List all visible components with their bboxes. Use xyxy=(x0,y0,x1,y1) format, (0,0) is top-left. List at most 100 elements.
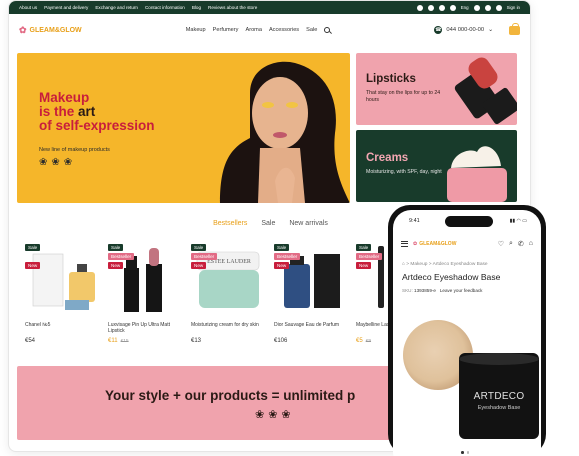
carousel-dot[interactable] xyxy=(461,451,464,454)
jar-brand: ARTDECO xyxy=(473,391,525,402)
hero-line2a: is the xyxy=(39,104,79,119)
phone-icon[interactable]: ✆ xyxy=(518,240,524,248)
carousel-dots[interactable] xyxy=(461,451,469,454)
status-icons: ▮▮ ◠ ▭ xyxy=(509,218,527,224)
promo-lipsticks-sub: That stay on the lips for up to 24 hours xyxy=(366,90,441,103)
heart-icon[interactable]: ♡ xyxy=(498,240,504,248)
banner-text: Your style + our products = unlimited p xyxy=(105,388,356,403)
product-title: Artdeco Eyeshadow Base xyxy=(402,272,501,282)
product-name: Chanel №5 xyxy=(25,322,51,328)
youtube-icon[interactable] xyxy=(427,4,434,11)
feedback-link[interactable]: Leave your feedback xyxy=(440,288,483,293)
price-old: €9 xyxy=(365,339,372,344)
badge-new: New xyxy=(25,262,41,269)
sku-value: 1393859-e xyxy=(414,288,436,293)
cart-icon[interactable] xyxy=(508,22,520,35)
dynamic-island xyxy=(445,216,493,227)
price-current: €11 xyxy=(108,338,118,344)
mobile-icons: ♡ ⌕ ✆ ⌂ xyxy=(498,240,533,248)
nav-sale[interactable]: Sale xyxy=(306,27,317,33)
product-price: €13 xyxy=(191,338,201,344)
nav-accessories[interactable]: Accessories xyxy=(269,27,299,33)
product-card[interactable]: Sale Bestseller New Dior Sauvage Eau de … xyxy=(274,242,349,344)
tab-bestsellers[interactable]: Bestsellers xyxy=(213,220,247,227)
nav-aroma[interactable]: Aroma xyxy=(245,27,261,33)
product-price: €11 €15 xyxy=(108,338,129,344)
heart-icon[interactable] xyxy=(473,4,480,11)
link-exchange[interactable]: Exchange and return xyxy=(95,5,138,10)
jar-lid xyxy=(459,353,539,365)
hero-banner[interactable]: Makeup is the art of self-expression New… xyxy=(17,53,350,203)
hero-flowers: ❀❀❀ xyxy=(39,157,77,168)
product-card[interactable]: Sale Bestseller New Luxvisage Pin Up Ult… xyxy=(108,242,183,344)
carousel-dot[interactable] xyxy=(466,451,469,454)
link-contact[interactable]: Contact information xyxy=(145,5,185,10)
info-links: About us Payment and delivery Exchange a… xyxy=(19,5,257,10)
facebook-icon[interactable] xyxy=(416,4,423,11)
main-nav: Makeup Perfumery Aroma Accessories Sale xyxy=(186,27,331,33)
phone-icon: ☎ xyxy=(434,26,443,34)
promo-lipsticks[interactable]: Lipsticks That stay on the lips for up t… xyxy=(356,53,517,125)
signin-link[interactable]: Sign in xyxy=(507,5,520,10)
tab-new-arrivals[interactable]: New arrivals xyxy=(289,220,328,227)
user-icon[interactable] xyxy=(495,4,502,11)
site-logo[interactable]: ✿ GLEAM&GLOW xyxy=(19,24,82,35)
menu-icon[interactable] xyxy=(401,241,408,247)
eyeshadow-base-jar-image: ARTDECO Eyeshadow Base xyxy=(459,353,539,439)
mobile-logo[interactable]: ✿ GLEAM&GLOW xyxy=(401,241,456,247)
top-info-bar: About us Payment and delivery Exchange a… xyxy=(9,1,530,14)
link-blog[interactable]: Blog xyxy=(192,5,201,10)
tab-sale[interactable]: Sale xyxy=(261,220,275,227)
mockup-stage: About us Payment and delivery Exchange a… xyxy=(0,0,579,456)
flower-icon: ✿ xyxy=(19,24,27,35)
telegram-icon[interactable] xyxy=(449,4,456,11)
breadcrumb[interactable]: ⌂ > Makeup > Artdeco Eyeshadow Base xyxy=(402,262,488,267)
nav-makeup[interactable]: Makeup xyxy=(186,27,206,33)
promo-creams[interactable]: Creams Moisturizing, with SPF, day, nigh… xyxy=(356,130,517,202)
cream-jar-image xyxy=(447,146,507,202)
jar-product-label: Eyeshadow Base xyxy=(477,405,521,411)
link-about[interactable]: About us xyxy=(19,5,37,10)
search-icon[interactable]: ⌕ xyxy=(509,240,513,248)
badge-bestseller: Bestseller xyxy=(108,253,135,260)
product-sku: SKU: 1393859-e Leave your feedback xyxy=(402,288,482,293)
product-price: €5 €9 xyxy=(356,338,371,344)
model-portrait-image xyxy=(220,61,350,203)
badge-bestseller: Bestseller xyxy=(191,253,218,260)
language-select[interactable]: Eng xyxy=(461,5,469,10)
product-card[interactable]: Sale New Chanel №5 €54 xyxy=(25,242,100,344)
sku-label: SKU: xyxy=(402,288,413,293)
link-reviews[interactable]: Reviews about the store xyxy=(208,5,257,10)
badge-sale: Sale xyxy=(191,244,207,251)
cart-icon[interactable]: ⌂ xyxy=(529,240,533,248)
price-current: €106 xyxy=(274,338,288,344)
badge-sale: Sale xyxy=(25,244,41,251)
product-name: Moisturizing cream for dry skin xyxy=(191,322,259,328)
link-payment[interactable]: Payment and delivery xyxy=(44,5,88,10)
badge-sale: Sale xyxy=(108,244,124,251)
banner-flowers: ❀❀❀ xyxy=(255,409,295,421)
product-card[interactable]: ESTEE LAUDER Sale Bestseller New Moistur… xyxy=(191,242,266,344)
phone-block[interactable]: ☎ 044 000-00-00 ⌄ xyxy=(434,22,520,35)
badge-new: New xyxy=(356,262,372,269)
price-current: €5 xyxy=(356,338,363,344)
promo-creams-title: Creams xyxy=(366,152,409,164)
promo-lipsticks-title: Lipsticks xyxy=(366,73,416,85)
mobile-logo-text: GLEAM&GLOW xyxy=(419,241,457,247)
hero-line3b: self-expression xyxy=(55,118,155,133)
topbar-right: Eng Sign in xyxy=(416,4,520,11)
hero-line3a: of xyxy=(39,118,56,133)
product-name: Luxvisage Pin Up Ultra Matt Lipstick xyxy=(108,322,170,334)
compare-icon[interactable] xyxy=(484,4,491,11)
hero-line2b: art xyxy=(78,104,96,119)
price-old: €15 xyxy=(120,339,129,344)
search-icon[interactable] xyxy=(324,27,331,33)
badge-new: New xyxy=(108,262,124,269)
price-current: €13 xyxy=(191,338,202,344)
instagram-icon[interactable] xyxy=(438,4,445,11)
nav-perfumery[interactable]: Perfumery xyxy=(213,27,239,33)
promo-creams-sub: Moisturizing, with SPF, day, night xyxy=(366,169,442,175)
hero-line1: Makeup xyxy=(39,90,90,105)
badge-new: New xyxy=(191,262,207,269)
status-time: 9:41 xyxy=(409,218,420,224)
